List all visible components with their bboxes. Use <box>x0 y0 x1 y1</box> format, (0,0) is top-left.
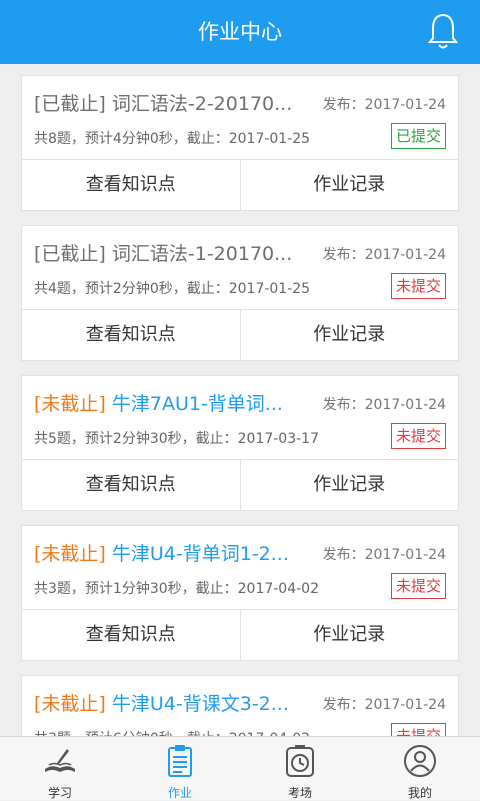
homework-record-button[interactable]: 作业记录 <box>239 160 459 210</box>
homework-record-button[interactable]: 作业记录 <box>239 310 459 360</box>
deadline-status-tag: [未截止] <box>34 543 106 565</box>
tab-profile[interactable]: 我的 <box>360 737 480 800</box>
submission-status-badge: 未提交 <box>390 723 446 736</box>
clipboard-icon <box>168 745 192 777</box>
assignment-meta: 共3题，预计1分钟30秒，截止：2017-04-02 <box>34 581 319 597</box>
tab-label: 我的 <box>407 786 432 800</box>
submission-status-badge: 未提交 <box>390 273 446 299</box>
book-icon <box>45 749 75 772</box>
bell-icon[interactable] <box>428 12 458 50</box>
assignment-name: 牛津U4-背单词1-2... <box>111 543 289 565</box>
submission-status-badge: 未提交 <box>390 423 446 449</box>
tab-homework[interactable]: 作业 <box>120 737 240 800</box>
publish-date: 发布：2017-01-24 <box>322 97 446 113</box>
assignment-card[interactable]: [已截止] 词汇语法-1-20170... 发布：2017-01-24 共4题，… <box>21 225 459 361</box>
tab-exam[interactable]: 考场 <box>240 737 360 800</box>
deadline-status-tag: [已截止] <box>34 243 106 265</box>
view-knowledge-button[interactable]: 查看知识点 <box>22 610 240 660</box>
assignment-card[interactable]: [未截止] 牛津U4-背课文3-2... 发布：2017-01-24 共3题，预… <box>21 675 459 736</box>
card-actions: 查看知识点 作业记录 <box>22 609 458 660</box>
page-title: 作业中心 <box>198 20 282 44</box>
assignment-list[interactable]: [已截止] 词汇语法-2-20170... 发布：2017-01-24 共8题，… <box>0 64 480 736</box>
assignment-title[interactable]: [未截止] 牛津U4-背单词1-2... <box>34 540 316 568</box>
assignment-title[interactable]: [未截止] 牛津U4-背课文3-2... <box>34 690 316 718</box>
assignment-card[interactable]: [未截止] 牛津7AU1-背单词... 发布：2017-01-24 共5题，预计… <box>21 375 459 511</box>
homework-record-button[interactable]: 作业记录 <box>239 460 459 510</box>
timer-icon <box>286 745 314 777</box>
assignment-name: 牛津U4-背课文3-2... <box>111 693 289 715</box>
tab-study[interactable]: 学习 <box>0 737 120 800</box>
view-knowledge-button[interactable]: 查看知识点 <box>22 310 240 360</box>
card-actions: 查看知识点 作业记录 <box>22 459 458 510</box>
card-actions: 查看知识点 作业记录 <box>22 309 458 360</box>
publish-date: 发布：2017-01-24 <box>322 547 446 563</box>
assignment-title[interactable]: [未截止] 牛津7AU1-背单词... <box>34 390 316 418</box>
view-knowledge-button[interactable]: 查看知识点 <box>22 460 240 510</box>
assignment-name: 词汇语法-2-20170... <box>111 93 293 115</box>
publish-date: 发布：2017-01-24 <box>322 247 446 263</box>
card-actions: 查看知识点 作业记录 <box>22 159 458 210</box>
assignment-card[interactable]: [未截止] 牛津U4-背单词1-2... 发布：2017-01-24 共3题，预… <box>21 525 459 661</box>
assignment-meta: 共4题，预计2分钟0秒，截止：2017-01-25 <box>34 281 311 297</box>
assignment-name: 牛津7AU1-背单词... <box>111 393 283 415</box>
person-icon <box>404 745 436 777</box>
deadline-status-tag: [已截止] <box>34 93 106 115</box>
publish-date: 发布：2017-01-24 <box>322 397 446 413</box>
assignment-name: 词汇语法-1-20170... <box>111 243 293 265</box>
view-knowledge-button[interactable]: 查看知识点 <box>22 160 240 210</box>
assignment-card[interactable]: [已截止] 词汇语法-2-20170... 发布：2017-01-24 共8题，… <box>21 75 459 211</box>
assignment-title[interactable]: [已截止] 词汇语法-1-20170... <box>34 240 316 268</box>
assignment-meta: 共8题，预计4分钟0秒，截止：2017-01-25 <box>34 131 311 147</box>
publish-date: 发布：2017-01-24 <box>322 697 446 713</box>
assignment-meta: 共3题，预计6分钟0秒，截止：2017-04-02 <box>34 728 310 736</box>
submission-status-badge: 已提交 <box>390 123 446 149</box>
tab-label: 考场 <box>287 786 312 800</box>
homework-record-button[interactable]: 作业记录 <box>239 610 459 660</box>
assignment-meta: 共5题，预计2分钟30秒，截止：2017-03-17 <box>34 431 319 447</box>
tab-label: 学习 <box>47 786 72 800</box>
submission-status-badge: 未提交 <box>390 573 446 599</box>
app-header: 作业中心 <box>0 0 480 64</box>
deadline-status-tag: [未截止] <box>34 693 106 715</box>
deadline-status-tag: [未截止] <box>34 393 106 415</box>
tab-label: 作业 <box>167 786 192 800</box>
assignment-title[interactable]: [已截止] 词汇语法-2-20170... <box>34 90 316 118</box>
bottom-tab-bar: 学习 作业 考场 我的 <box>0 736 480 800</box>
